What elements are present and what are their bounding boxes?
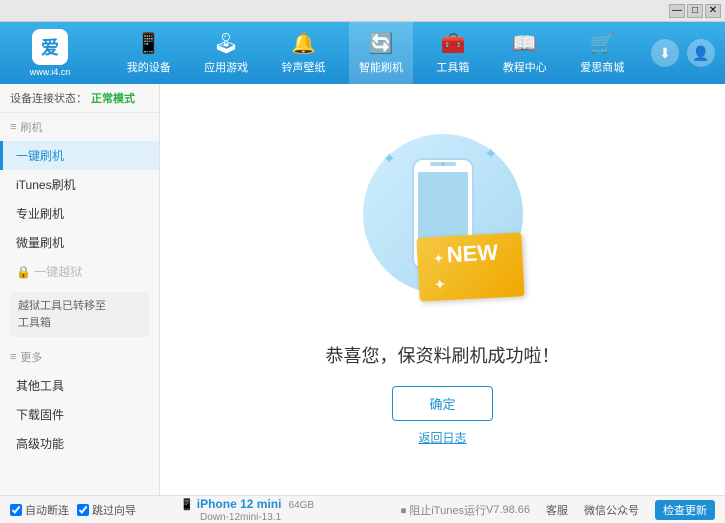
sparkle-1: ✦ [383, 149, 396, 169]
logo-icon: 爱 [32, 29, 68, 65]
content-area: ✦ ✦ ✦ NEW 恭喜您，保资料刷机成功啦！ 确定 返回日志 [160, 84, 725, 495]
nav-ringtone-label: 铃声壁纸 [282, 59, 326, 75]
nav-smart-flash-label: 智能刷机 [359, 59, 403, 75]
stop-itunes-btn[interactable]: ⏹ 阻止iTunes运行 [401, 502, 486, 518]
nav-my-device-label: 我的设备 [127, 59, 171, 75]
notice-text: 越狱工具已转移至工具箱 [18, 300, 106, 329]
sidebar-item-other-tools[interactable]: 其他工具 [0, 371, 159, 400]
device-name: iPhone 12 mini [197, 497, 282, 511]
header: 爱 www.i4.cn 📱 我的设备 🕹 应用游戏 🔔 铃声壁纸 🔄 智能刷机 … [0, 22, 725, 84]
section-flash-icon: ≡ [10, 121, 16, 133]
section-more-icon: ≡ [10, 351, 16, 363]
nav-app-game[interactable]: 🕹 应用游戏 [194, 22, 258, 84]
nav-tutorial-label: 教程中心 [503, 59, 547, 75]
nav-ringtone[interactable]: 🔔 铃声壁纸 [272, 22, 336, 84]
micro-flash-label: 微量刷机 [16, 236, 64, 250]
bottom-bar: 自动断连 跳过向导 📱 iPhone 12 mini 64GB Down-12m… [0, 495, 725, 523]
nav-my-device[interactable]: 📱 我的设备 [117, 22, 181, 84]
nav-items: 📱 我的设备 🕹 应用游戏 🔔 铃声壁纸 🔄 智能刷机 🧰 工具箱 📖 教程中心… [100, 22, 651, 84]
section-more: ≡ 更多 [0, 343, 159, 371]
bottom-right: V7.98.66 客服 微信公众号 检查更新 [486, 500, 715, 520]
illustration-area: ✦ ✦ ✦ NEW [363, 134, 523, 304]
wechat-link[interactable]: 微信公众号 [584, 502, 639, 518]
nav-smart-flash[interactable]: 🔄 智能刷机 [349, 22, 413, 84]
sidebar-item-download-firmware[interactable]: 下载固件 [0, 400, 159, 429]
status-bar: 设备连接状态： 正常模式 [0, 84, 159, 113]
nav-mall[interactable]: 🛒 爱思商城 [570, 22, 634, 84]
sidebar: 设备连接状态： 正常模式 ≡ 刷机 一键刷机 iTunes刷机 专业刷机 微量刷… [0, 84, 160, 495]
skip-wizard-label: 跳过向导 [92, 502, 136, 518]
other-tools-label: 其他工具 [16, 379, 64, 393]
bottom-left: 自动断连 跳过向导 [10, 502, 170, 518]
header-right: ⬇ 👤 [651, 39, 725, 67]
sidebar-item-micro-flash[interactable]: 微量刷机 [0, 228, 159, 257]
version: V7.98.66 [486, 504, 530, 516]
auto-close-checkbox[interactable]: 自动断连 [10, 502, 69, 518]
device-icon-small: 📱 [180, 499, 197, 511]
flash-icon: 🔄 [369, 31, 394, 56]
app-icon: 🕹 [213, 31, 238, 56]
account-btn[interactable]: 👤 [687, 39, 715, 67]
one-click-flash-label: 一键刷机 [16, 149, 64, 163]
logo-url: www.i4.cn [30, 67, 71, 77]
nav-app-game-label: 应用游戏 [204, 59, 248, 75]
status-value: 正常模式 [91, 90, 135, 106]
jailbreak-label: 一键越狱 [34, 265, 82, 279]
title-bar: — □ ✕ [0, 0, 725, 22]
skip-wizard-input[interactable] [77, 504, 89, 516]
skip-wizard-checkbox[interactable]: 跳过向导 [77, 502, 136, 518]
section-more-label: 更多 [20, 349, 42, 365]
nav-toolbox[interactable]: 🧰 工具箱 [426, 22, 479, 84]
minimize-btn[interactable]: — [669, 4, 685, 18]
advanced-label: 高级功能 [16, 437, 64, 451]
sidebar-notice: 越狱工具已转移至工具箱 [10, 292, 149, 337]
device-model: Down-12mini-13.1 [200, 512, 281, 523]
mall-icon: 🛒 [590, 31, 615, 56]
close-btn[interactable]: ✕ [705, 4, 721, 18]
logo-area[interactable]: 爱 www.i4.cn [0, 22, 100, 84]
itunes-flash-label: iTunes刷机 [16, 178, 76, 192]
download-firmware-label: 下载固件 [16, 408, 64, 422]
sidebar-item-advanced[interactable]: 高级功能 [0, 429, 159, 458]
new-badge: NEW [416, 232, 524, 301]
update-btn[interactable]: 检查更新 [655, 500, 715, 520]
section-flash-label: 刷机 [20, 119, 42, 135]
device-info: 📱 iPhone 12 mini 64GB Down-12mini-13.1 [170, 497, 401, 523]
sparkle-2: ✦ [484, 144, 497, 164]
pro-flash-label: 专业刷机 [16, 207, 64, 221]
ringtone-icon: 🔔 [291, 31, 316, 56]
lock-icon: 🔒 [16, 265, 34, 279]
nav-tutorial[interactable]: 📖 教程中心 [493, 22, 557, 84]
maximize-btn[interactable]: □ [687, 4, 703, 18]
sidebar-item-one-click-flash[interactable]: 一键刷机 [0, 141, 159, 170]
auto-close-input[interactable] [10, 504, 22, 516]
success-message: 恭喜您，保资料刷机成功啦！ [326, 342, 560, 368]
status-prefix: 设备连接状态： [10, 90, 87, 106]
nav-mall-label: 爱思商城 [580, 59, 624, 75]
phone-circle: ✦ ✦ ✦ NEW [363, 134, 523, 294]
sidebar-item-itunes-flash[interactable]: iTunes刷机 [0, 170, 159, 199]
section-flash: ≡ 刷机 [0, 113, 159, 141]
auto-close-label: 自动断连 [25, 502, 69, 518]
support-link[interactable]: 客服 [546, 502, 568, 518]
sidebar-item-jailbreak: 🔒 一键越狱 [0, 257, 159, 286]
sidebar-item-pro-flash[interactable]: 专业刷机 [0, 199, 159, 228]
device-icon: 📱 [136, 31, 161, 56]
nav-toolbox-label: 工具箱 [436, 59, 469, 75]
tutorial-icon: 📖 [512, 31, 537, 56]
toolbox-icon: 🧰 [440, 31, 465, 56]
download-btn[interactable]: ⬇ [651, 39, 679, 67]
stop-label: 阻止iTunes运行 [409, 505, 486, 517]
back-link[interactable]: 返回日志 [418, 429, 466, 446]
device-storage: 64GB [289, 500, 315, 511]
main-area: 设备连接状态： 正常模式 ≡ 刷机 一键刷机 iTunes刷机 专业刷机 微量刷… [0, 84, 725, 495]
confirm-button[interactable]: 确定 [392, 386, 492, 421]
